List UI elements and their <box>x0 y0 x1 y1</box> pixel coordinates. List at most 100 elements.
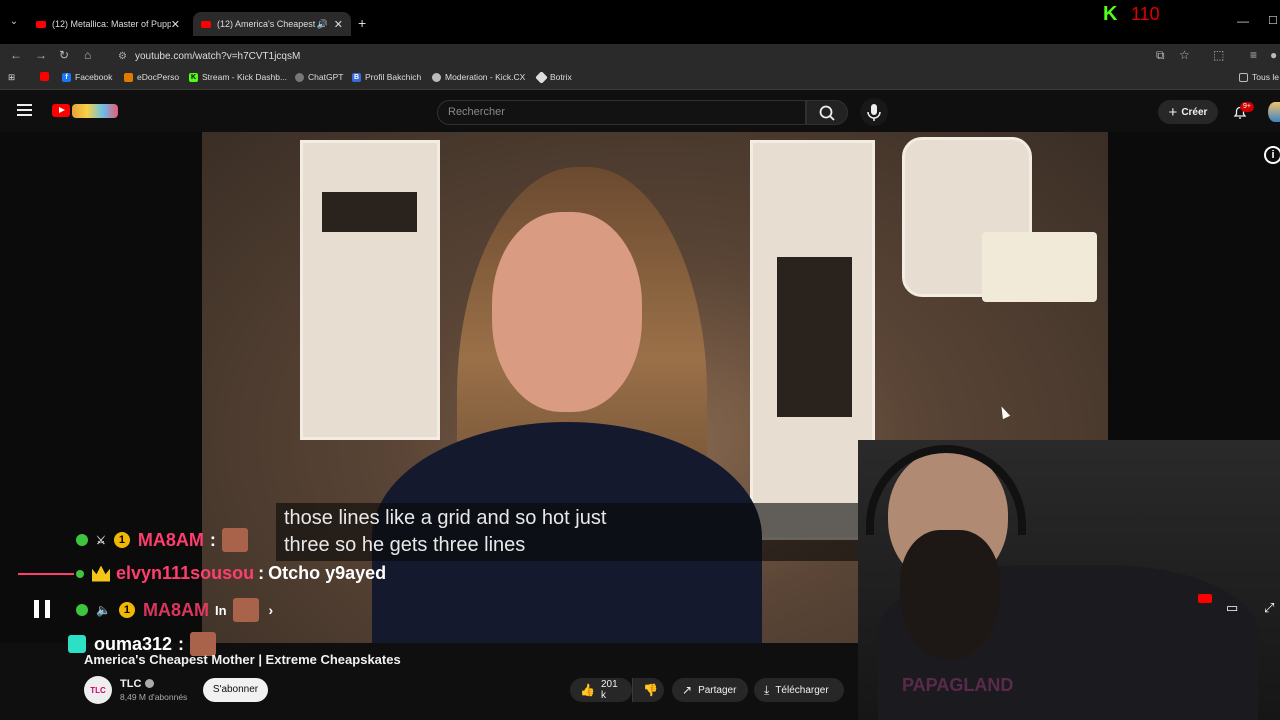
rank-badge: 1 <box>113 532 130 548</box>
subscriber-count: 8,49 M d'abonnés <box>120 692 188 702</box>
bookmark-label: Facebook <box>75 72 113 82</box>
share-button[interactable]: ↗ Partager <box>672 678 748 702</box>
chat-text: Otcho y9ayed <box>268 563 387 583</box>
new-tab-icon[interactable]: + <box>358 15 366 31</box>
bookmarks-folder[interactable]: Tous le <box>1239 72 1279 82</box>
create-button[interactable]: + Créer <box>1158 100 1218 124</box>
sub-badge-icon <box>76 569 84 578</box>
url-text: youtube.com/watch?v=h7CVT1jcqsM <box>134 50 301 62</box>
voice-search-button[interactable] <box>860 98 888 126</box>
maximize-icon[interactable]: ☐ <box>1268 14 1278 27</box>
bookmark-edocperso[interactable]: eDocPerso <box>124 72 179 82</box>
bookmark-facebook[interactable]: f Facebook <box>62 72 112 82</box>
youtube-logo-icon[interactable] <box>52 104 70 117</box>
like-count: 201 k <box>600 679 618 701</box>
subtitles-icon[interactable]: ▭ <box>1226 600 1238 616</box>
bookmark-youtube[interactable] <box>40 72 53 81</box>
chevron-right-icon[interactable]: › <box>269 602 274 618</box>
chat-username: MA8AM <box>142 599 209 620</box>
chat-message: 🔈 1 MA8AM In › <box>76 598 273 622</box>
bookmark-botrix[interactable]: Botrix <box>535 70 572 84</box>
forward-icon[interactable]: → <box>35 48 47 62</box>
crown-badge-icon <box>92 565 110 582</box>
search-icon <box>819 105 835 121</box>
bookmark-star-icon[interactable]: ☆ <box>1179 48 1190 62</box>
volume-icon[interactable]: 🔈 <box>96 603 111 617</box>
download-icon: ⤓ <box>764 682 770 697</box>
bookmark-moderation-kick[interactable]: Moderation - Kick.CX <box>432 72 525 82</box>
verified-check-icon <box>145 679 155 688</box>
browser-toolbar: ← → ↻ ⌂ ⚙ youtube.com/watch?v=h7CVT1jcqs… <box>0 44 1280 68</box>
user-badge-icon <box>68 635 86 653</box>
youtube-masthead: Rechercher + Créer 9+ <box>0 92 1280 132</box>
edocperso-icon <box>124 72 133 82</box>
kick-icon: K <box>189 72 198 82</box>
rank-badge: 1 <box>118 602 135 618</box>
install-app-icon[interactable]: ⧉ <box>1156 48 1165 63</box>
microphone-icon <box>867 104 881 121</box>
video-title: America's Cheapest Mother | Extreme Chea… <box>84 652 401 667</box>
audio-playing-icon[interactable]: 🔊 <box>317 19 328 30</box>
like-button[interactable]: 👍 201 k <box>570 678 632 702</box>
thumbs-up-icon: 👍 <box>580 683 595 697</box>
search-button[interactable] <box>806 100 848 125</box>
chat-message: elvyn111sousou : Otcho y9ayed <box>18 563 386 584</box>
download-button[interactable]: ⤓ Télécharger <box>754 678 844 702</box>
dislike-button[interactable]: 👎 <box>632 678 664 702</box>
youtube-icon <box>40 72 49 81</box>
bookmark-kick-dashboard[interactable]: K Stream - Kick Dashb... <box>189 72 287 82</box>
lampshade <box>982 232 1097 302</box>
plus-icon: + <box>1168 103 1178 121</box>
home-icon[interactable]: ⌂ <box>84 48 91 62</box>
bookmark-chatgpt[interactable]: ChatGPT <box>295 72 343 82</box>
apps-grid-icon[interactable]: ⊞ <box>8 72 15 83</box>
channel-avatar[interactable]: TLC <box>84 676 112 704</box>
kick-logo-icon: K <box>1103 3 1118 25</box>
person-face <box>492 212 642 412</box>
extensions-icon[interactable]: ⬚ <box>1213 48 1224 62</box>
chat-separator: : <box>209 529 216 550</box>
search-input[interactable]: Rechercher <box>437 100 806 125</box>
tab-metallica[interactable]: (12) Metallica: Master of Puppe ✕ <box>28 12 188 36</box>
tab-americas-cheapest[interactable]: (12) America's Cheapest Mo 🔊 ✕ <box>193 12 351 36</box>
facebook-icon: f <box>62 72 71 82</box>
bakchich-icon: B <box>352 72 361 82</box>
pause-icon[interactable] <box>34 600 50 618</box>
youtube-favicon-icon <box>36 20 46 28</box>
bookmark-label: eDocPerso <box>137 72 180 82</box>
account-avatar[interactable] <box>1268 102 1280 122</box>
caption-line-2: three so he gets three lines <box>284 534 526 556</box>
minimize-icon[interactable]: — <box>1237 14 1249 28</box>
bookmark-label: Stream - Kick Dashb... <box>202 72 288 82</box>
chat-text: In <box>214 602 227 618</box>
info-card-icon[interactable]: i <box>1264 146 1280 164</box>
bookmarks-bar: ⊞ f Facebook eDocPerso K Stream - Kick Das… <box>0 68 1280 90</box>
shirt-print: PAPAGLAND <box>902 675 1014 695</box>
verified-badge-icon <box>76 534 88 546</box>
tab-search-chevron-icon[interactable]: ⌄ <box>6 14 22 30</box>
chat-separator: : <box>258 563 265 583</box>
reload-icon[interactable]: ↻ <box>59 48 69 62</box>
address-bar[interactable]: ⚙ youtube.com/watch?v=h7CVT1jcqsM <box>108 46 1198 66</box>
share-arrow-icon: ↗ <box>682 683 693 697</box>
youtube-doodle-logo[interactable] <box>72 104 118 118</box>
channel-name[interactable]: TLC <box>120 678 155 690</box>
tab-title: (12) Metallica: Master of Puppe <box>52 19 171 29</box>
bookmark-label: Moderation - Kick.CX <box>445 72 526 82</box>
streamer-webcam-overlay: PAPAGLAND <box>858 440 1280 720</box>
bookmark-label: ChatGPT <box>308 72 344 82</box>
tab-close-icon[interactable]: ✕ <box>334 18 343 31</box>
tab-close-icon[interactable]: ✕ <box>171 18 180 31</box>
guide-menu-icon[interactable] <box>17 104 32 116</box>
fullscreen-icon[interactable]: ⤢ <box>1264 600 1274 616</box>
profile-icon[interactable]: ● <box>1270 48 1277 62</box>
bookmark-label: Tous le <box>1252 72 1279 82</box>
tab-search-icon[interactable]: ≡ <box>1250 48 1257 62</box>
back-icon[interactable]: ← <box>10 48 22 62</box>
share-label: Partager <box>698 684 737 696</box>
bookmark-profil-bakchich[interactable]: B Profil Bakchich <box>352 72 421 82</box>
caption-line-1: those lines like a grid and so hot just <box>284 507 607 529</box>
subscribe-button[interactable]: S'abonner <box>203 678 268 702</box>
chatgpt-icon <box>295 72 304 82</box>
site-info-icon[interactable]: ⚙ <box>118 51 127 62</box>
